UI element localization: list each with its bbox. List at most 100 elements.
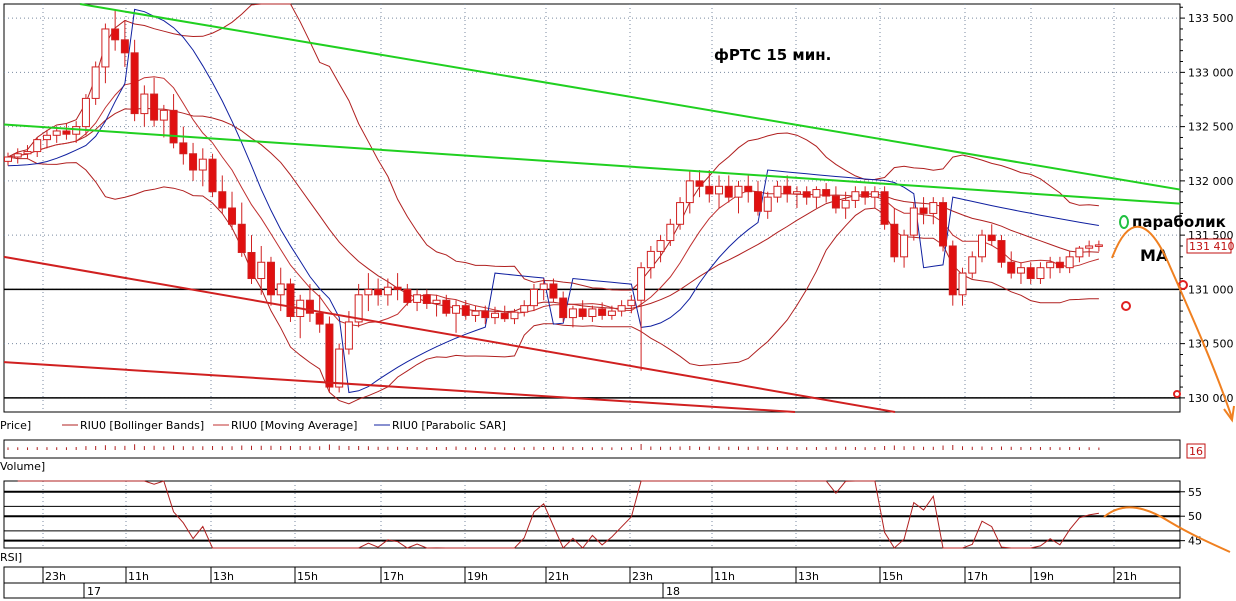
candle-body-down (189, 153, 198, 171)
candle-body-down (120, 39, 129, 54)
candle-body-up (198, 158, 207, 171)
candle-body-up (1065, 256, 1074, 269)
y-tick-label: 133 000 (1188, 66, 1234, 79)
candle-body-up (413, 294, 422, 303)
candle-body-up (81, 97, 90, 128)
candle-body-down (228, 207, 237, 225)
time-label: 15h (297, 570, 318, 583)
candle-body-up (929, 202, 938, 214)
candle-body-up (520, 305, 529, 313)
candle-body-down (461, 305, 470, 316)
candle-body-up (812, 189, 821, 198)
candle-body-up (33, 139, 42, 153)
time-label: 15h (882, 570, 903, 583)
chart-title: фРТС 15 мин. (714, 46, 831, 64)
last-price-tag: 131 410 (1186, 238, 1235, 254)
candle-body-up (335, 348, 344, 388)
candle-body-up (637, 267, 646, 301)
candle-body-up (344, 321, 353, 350)
candle-body-up (529, 288, 538, 307)
candle-body-up (773, 185, 782, 198)
candle-body-down (559, 297, 568, 319)
date-label: 18 (666, 585, 680, 598)
candle-body-down (753, 191, 762, 212)
candle-body-up (870, 191, 879, 198)
time-label: 19h (467, 570, 488, 583)
candle-body-down (179, 142, 188, 155)
candle-body-up (568, 308, 577, 319)
candle-body-down (578, 308, 587, 318)
candle-body-down (150, 93, 159, 121)
rsi-label: RSI] (0, 551, 22, 564)
candle-body-down (783, 185, 792, 195)
candle-body-down (286, 283, 295, 318)
candle-body-down (111, 28, 120, 41)
volume-label: Volume] (0, 460, 45, 473)
candle-body-up (52, 130, 61, 136)
candle-body-down (1026, 267, 1035, 280)
time-label: 11h (714, 570, 735, 583)
y-tick-label: 130 500 (1188, 338, 1234, 351)
candle-body-down (598, 308, 607, 316)
candle-body-up (656, 240, 665, 252)
background (0, 0, 1236, 601)
candle-body-down (169, 109, 178, 144)
candle (335, 343, 344, 393)
candle-body-down (208, 158, 217, 193)
candle-body-up (452, 305, 461, 314)
y-tick-label: 133 500 (1188, 12, 1234, 25)
candle-body-down (1007, 261, 1016, 274)
candle-body-up (763, 196, 772, 212)
candle-body-up (900, 234, 909, 258)
chart-root: 130 000130 500131 000131 500132 000132 5… (0, 0, 1236, 601)
candle-body-down (549, 283, 558, 299)
legend-bollinger: RIU0 [Bollinger Bands] (80, 419, 204, 432)
candle (325, 316, 334, 393)
candle-body-down (861, 191, 870, 198)
candle-body-down (831, 195, 840, 209)
candle-body-up (91, 66, 100, 99)
candle-body-up (101, 28, 110, 68)
candle-body-up (851, 191, 860, 201)
candle-body-down (325, 323, 334, 388)
candle-body-down (266, 261, 275, 296)
y-tick-label: 132 500 (1188, 121, 1234, 134)
candle-body-up (471, 310, 480, 316)
candle-body-up (140, 93, 149, 115)
candle-body-down (1055, 261, 1064, 269)
candle-body-down (442, 299, 451, 314)
candle-body-up (432, 299, 441, 304)
candle-body-down (393, 286, 402, 290)
candle-body-down (948, 245, 957, 296)
candle-body-up (958, 272, 967, 296)
candle-body-down (237, 223, 246, 253)
candle-body-up (510, 311, 519, 320)
volume-last-value: 16 (1189, 445, 1203, 458)
candle (880, 186, 889, 230)
time-label: 11h (128, 570, 149, 583)
candle-body-down (315, 312, 324, 325)
candle-body-up (276, 283, 285, 296)
rsi-y-tick-label: 50 (1188, 510, 1202, 523)
candle-body-up (159, 109, 168, 121)
candle-body-up (42, 134, 51, 141)
candle-body-up (685, 180, 694, 204)
candle-body-down (802, 191, 811, 198)
candle-body-up (13, 153, 22, 158)
candle-body-up (715, 185, 724, 195)
candle-body-down (695, 180, 704, 187)
candle-body-up (1094, 244, 1103, 247)
candle-body-up (607, 310, 616, 316)
time-label: 17h (967, 570, 988, 583)
candle-body-up (257, 261, 266, 280)
candle (909, 202, 918, 241)
candle-body-up (646, 250, 655, 269)
y-tick-label: 132 000 (1188, 175, 1234, 188)
candle-body-down (422, 294, 431, 304)
candle-body-up (23, 151, 32, 155)
candle-body-down (218, 191, 227, 209)
candle-body-down (997, 240, 1006, 263)
candle-body-down (705, 185, 714, 195)
candle-body-up (1046, 261, 1055, 269)
candle-body-up (588, 308, 597, 318)
